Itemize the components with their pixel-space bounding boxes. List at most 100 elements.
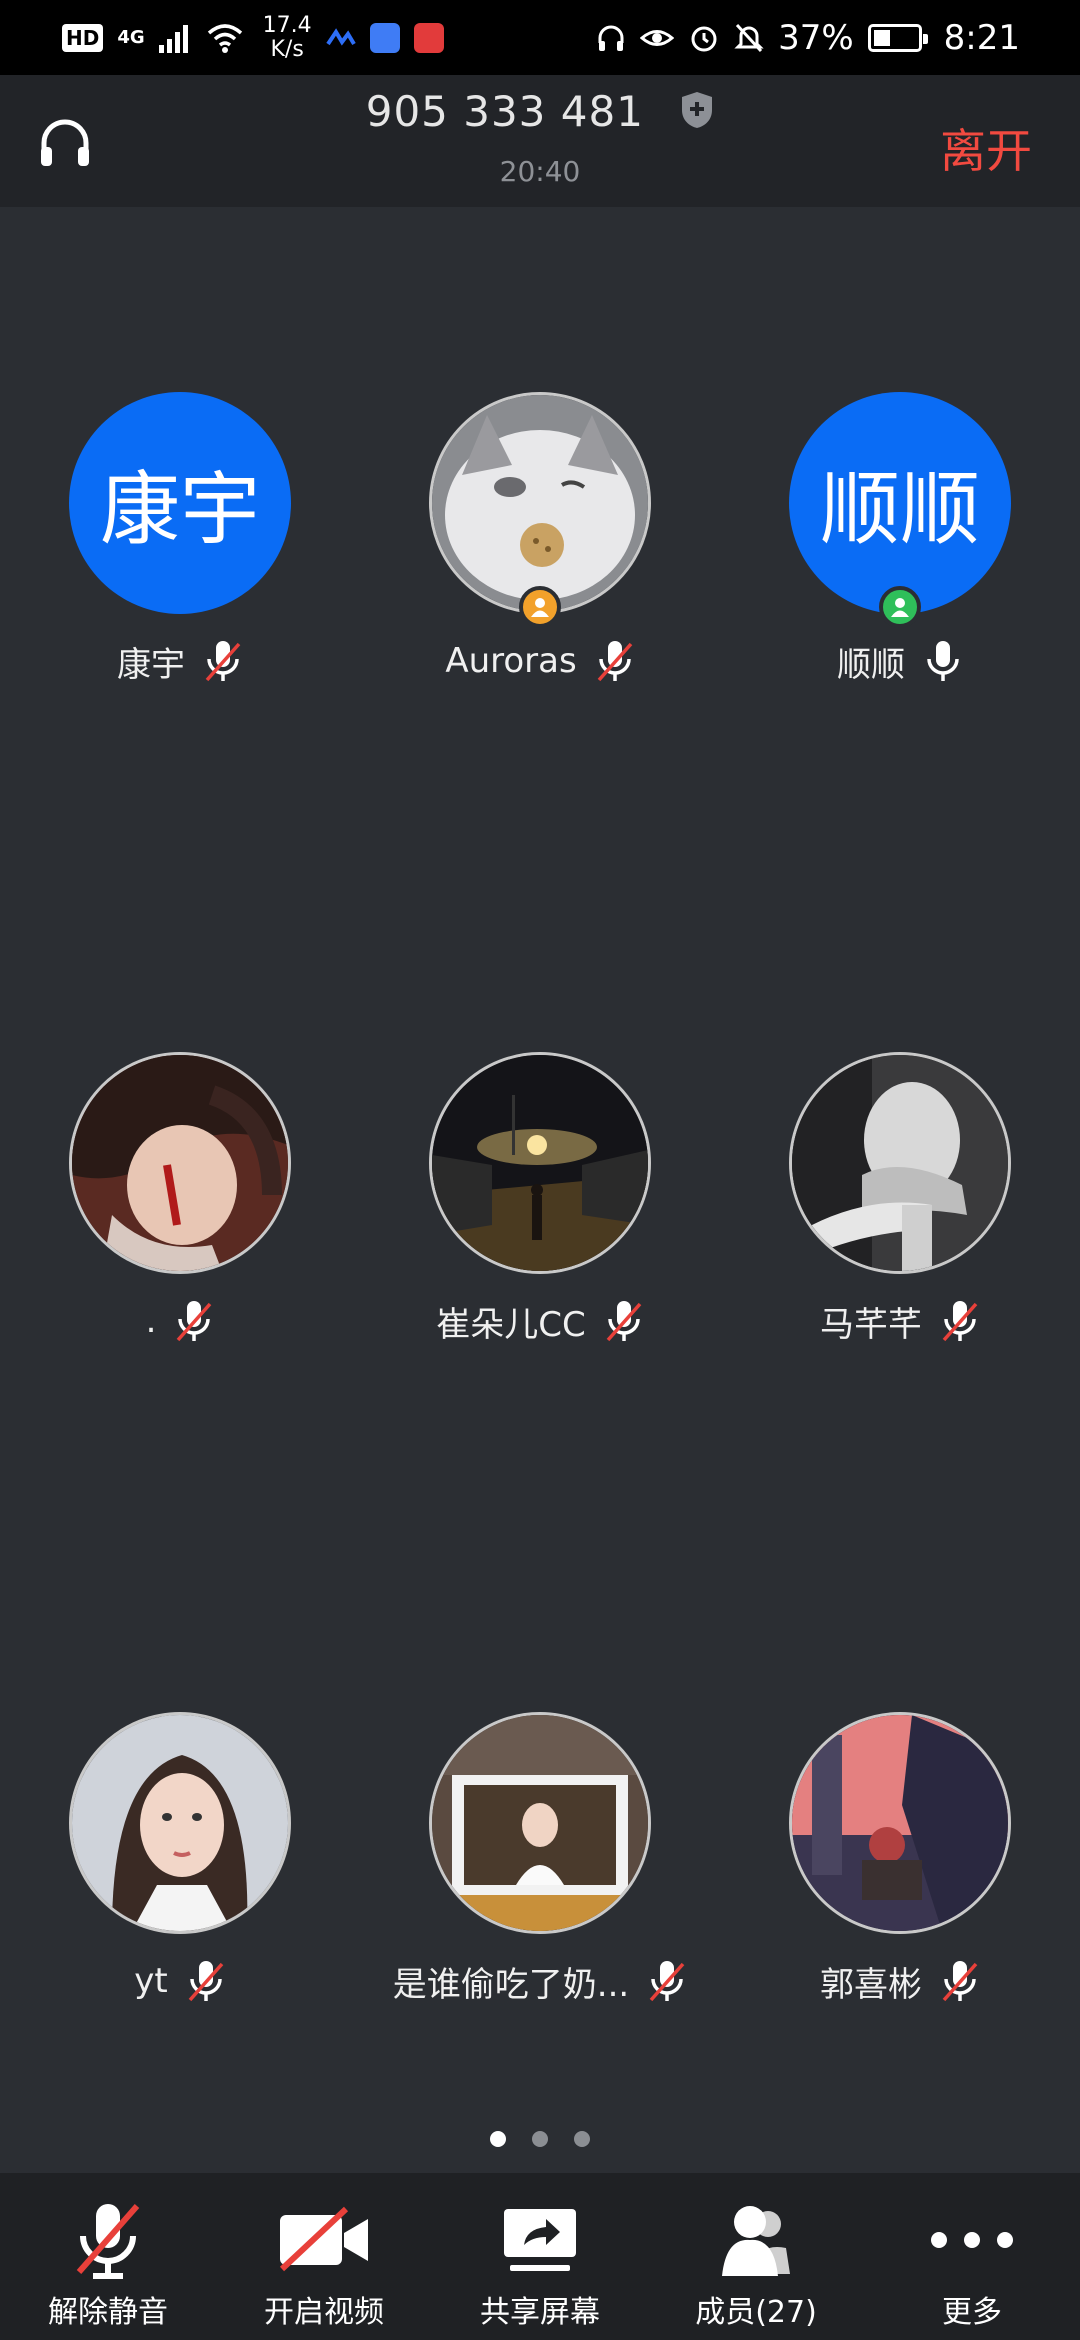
avatar: 康宇: [69, 392, 291, 614]
speed-value: 17.4: [262, 12, 312, 38]
network-type: 4G: [117, 26, 145, 48]
participant-info: 马芊芊: [750, 1296, 1050, 1346]
participant-name: 顺顺: [837, 644, 905, 685]
share-screen-button[interactable]: 共享屏幕: [432, 2173, 648, 2340]
meeting-duration: 20:40: [499, 155, 581, 188]
cohost-badge: [879, 586, 921, 628]
mic-muted-icon: [942, 1961, 978, 2002]
participant-name: 是谁偷吃了奶...: [392, 1964, 630, 2005]
members-label: 成员(27): [695, 2295, 817, 2330]
participant-tile[interactable]: 郭喜彬: [750, 1712, 1050, 2006]
members-button[interactable]: 成员(27): [648, 2173, 864, 2340]
page-indicator[interactable]: [0, 2131, 1080, 2147]
participant-tile[interactable]: 马芊芊: [750, 1052, 1050, 1346]
battery-percent: 37%: [778, 17, 854, 58]
avatar: 顺顺: [789, 392, 1011, 614]
shield-icon: [682, 91, 713, 128]
avatar-photo: [69, 1052, 291, 1274]
unmute-button[interactable]: 解除静音: [0, 2173, 216, 2340]
participant-info: 崔朵儿CC: [390, 1296, 690, 1346]
participant-info: 郭喜彬: [750, 1956, 1050, 2006]
status-bar: HD 4G 17.4 K/s 37% 8:21: [0, 0, 1080, 75]
avatar-photo: [789, 1712, 1011, 1934]
statue-image: [792, 1055, 1008, 1271]
share-screen-label: 共享屏幕: [480, 2295, 600, 2330]
participant-info: 顺顺: [750, 636, 1050, 686]
participant-name: 康宇: [117, 644, 185, 685]
avatar-container: [69, 1712, 291, 1934]
participant-tile[interactable]: 是谁偷吃了奶...: [390, 1712, 690, 2006]
avatar-container: [789, 1712, 1011, 1934]
participant-name: .: [145, 1301, 157, 1341]
participant-name: 郭喜彬: [820, 1964, 922, 2005]
mic-on-icon: [927, 641, 959, 681]
battery-icon: [867, 23, 928, 52]
alarm-icon: [691, 26, 717, 51]
participant-tile[interactable]: yt: [30, 1712, 330, 2006]
hd-badge: HD: [62, 23, 104, 52]
mic-muted-icon: [606, 1301, 642, 1342]
anime-portrait-image: [72, 1055, 288, 1271]
participant-tile[interactable]: 康宇 康宇: [30, 392, 330, 686]
cat-photo-image: [432, 395, 648, 611]
members-icon: [722, 2206, 790, 2276]
avatar-photo: [69, 1712, 291, 1934]
eye-comfort-icon: [640, 29, 675, 46]
page-dot[interactable]: [532, 2131, 548, 2147]
participant-info: 康宇: [30, 636, 330, 686]
host-badge: [519, 586, 561, 628]
more-button[interactable]: 更多: [864, 2173, 1080, 2340]
mic-muted-icon: [942, 1301, 978, 1342]
user-icon: [531, 598, 549, 617]
start-video-button[interactable]: 开启视频: [216, 2173, 432, 2340]
music-app-icon: [369, 22, 400, 53]
network-speed: 17.4 K/s: [262, 12, 312, 62]
avatar-container: [789, 1052, 1011, 1274]
mic-muted-icon: [177, 1301, 212, 1342]
girl-portrait-image: [72, 1715, 288, 1931]
avatar-cat-photo: [429, 392, 651, 614]
framed-photo-image: [432, 1715, 648, 1931]
participant-tile[interactable]: 崔朵儿CC: [390, 1052, 690, 1346]
participant-name: Auroras: [445, 641, 577, 681]
app-notification-icon: [325, 27, 356, 46]
user-icon: [891, 598, 909, 617]
participant-tile[interactable]: Auroras: [390, 392, 690, 686]
mute-notification-icon: [734, 23, 764, 52]
avatar-photo: [789, 1052, 1011, 1274]
page-dot-active[interactable]: [490, 2131, 506, 2147]
meeting-id-row[interactable]: 905 333 481: [0, 87, 1080, 136]
participant-info: Auroras: [390, 636, 690, 686]
mic-muted-icon: [649, 1961, 685, 2002]
participant-info: yt: [30, 1956, 330, 2006]
avatar-container: [429, 1712, 651, 1934]
page-dot[interactable]: [574, 2131, 590, 2147]
participant-info: .: [30, 1296, 330, 1346]
leave-button[interactable]: 离开: [940, 115, 1032, 181]
participant-name: yt: [134, 1961, 168, 2001]
speed-unit: K/s: [270, 36, 304, 62]
avatar-container: [429, 1052, 651, 1274]
avatar-container: [69, 1052, 291, 1274]
participant-tile[interactable]: .: [30, 1052, 330, 1346]
participant-name: 马芊芊: [820, 1304, 922, 1345]
participant-tile[interactable]: 顺顺 顺顺: [750, 392, 1050, 686]
clock-time: 8:21: [943, 17, 1020, 58]
participant-info: 是谁偷吃了奶...: [390, 1956, 690, 2006]
headphone-status-icon: [598, 25, 624, 51]
night-street-image: [432, 1055, 648, 1271]
avatar-container: 顺顺: [789, 392, 1011, 628]
meeting-id: 905 333 481: [365, 87, 644, 136]
avatar-photo: [429, 1712, 651, 1934]
mic-muted-icon: [188, 1961, 224, 2002]
mic-muted-icon: [205, 641, 241, 682]
reader-app-icon: [413, 22, 444, 53]
more-label: 更多: [942, 2295, 1002, 2330]
mic-muted-icon: [597, 641, 632, 682]
mic-muted-icon: [76, 2204, 140, 2279]
video-off-icon: [279, 2206, 368, 2272]
wifi-icon: [207, 23, 242, 53]
participant-name: 崔朵儿CC: [436, 1304, 586, 1345]
share-screen-icon: [504, 2209, 576, 2271]
meeting-header: 905 333 481 20:40 离开: [0, 75, 1080, 207]
